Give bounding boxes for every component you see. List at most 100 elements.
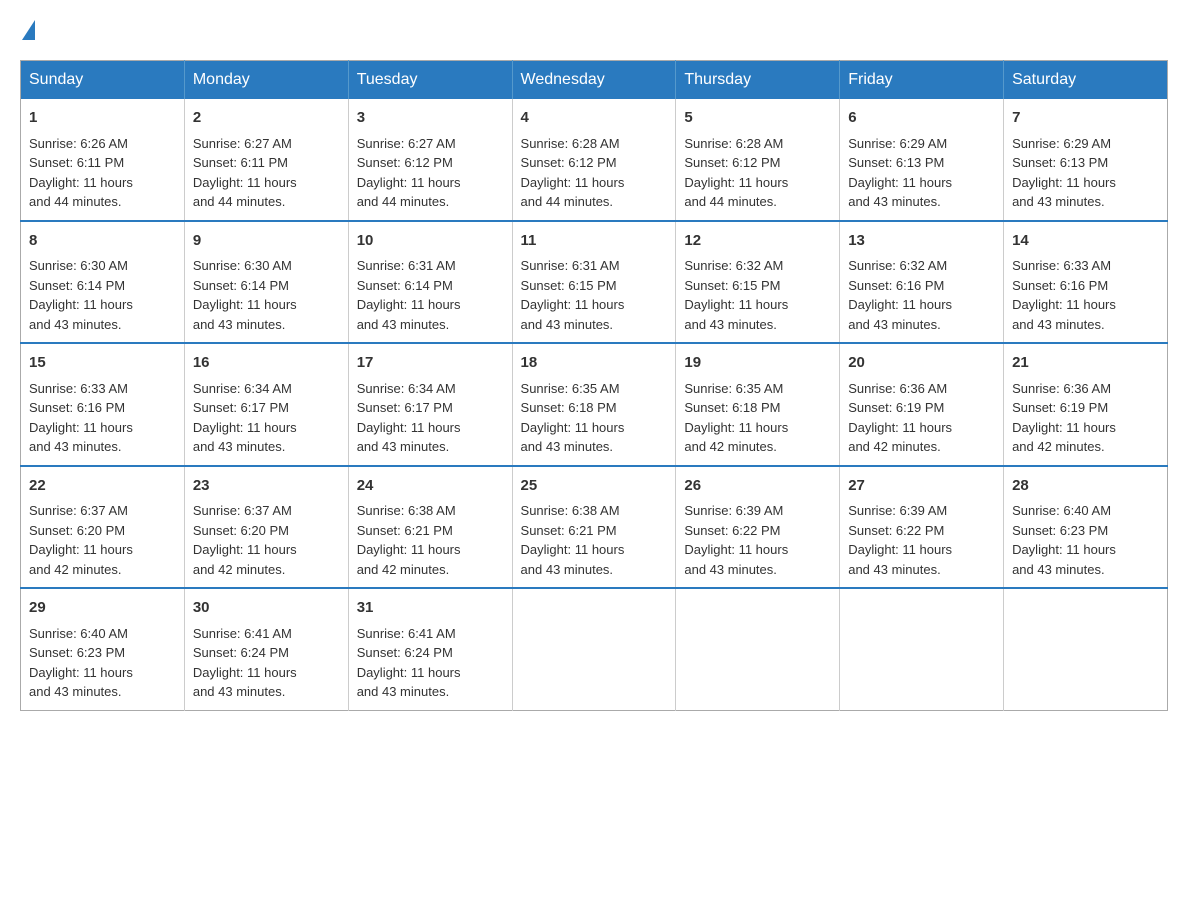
- day-number: 7: [1012, 107, 1159, 130]
- day-info: Sunrise: 6:29 AM Sunset: 6:13 PM Dayligh…: [848, 136, 952, 210]
- day-number: 28: [1012, 475, 1159, 498]
- day-info: Sunrise: 6:36 AM Sunset: 6:19 PM Dayligh…: [848, 381, 952, 455]
- calendar-day-cell: 29 Sunrise: 6:40 AM Sunset: 6:23 PM Dayl…: [21, 588, 185, 710]
- weekday-header-sunday: Sunday: [21, 61, 185, 100]
- day-number: 16: [193, 352, 340, 375]
- day-number: 27: [848, 475, 995, 498]
- calendar-day-cell: 2 Sunrise: 6:27 AM Sunset: 6:11 PM Dayli…: [184, 99, 348, 221]
- day-number: 10: [357, 230, 504, 253]
- calendar-week-row: 29 Sunrise: 6:40 AM Sunset: 6:23 PM Dayl…: [21, 588, 1168, 710]
- logo: [20, 20, 35, 40]
- calendar-day-cell: 30 Sunrise: 6:41 AM Sunset: 6:24 PM Dayl…: [184, 588, 348, 710]
- day-info: Sunrise: 6:27 AM Sunset: 6:12 PM Dayligh…: [357, 136, 461, 210]
- calendar-day-cell: 26 Sunrise: 6:39 AM Sunset: 6:22 PM Dayl…: [676, 466, 840, 589]
- day-info: Sunrise: 6:28 AM Sunset: 6:12 PM Dayligh…: [521, 136, 625, 210]
- day-number: 3: [357, 107, 504, 130]
- calendar-day-cell: 19 Sunrise: 6:35 AM Sunset: 6:18 PM Dayl…: [676, 343, 840, 466]
- weekday-header-tuesday: Tuesday: [348, 61, 512, 100]
- day-number: 11: [521, 230, 668, 253]
- calendar-table: SundayMondayTuesdayWednesdayThursdayFrid…: [20, 60, 1168, 711]
- day-info: Sunrise: 6:38 AM Sunset: 6:21 PM Dayligh…: [357, 503, 461, 577]
- day-info: Sunrise: 6:30 AM Sunset: 6:14 PM Dayligh…: [193, 258, 297, 332]
- day-number: 5: [684, 107, 831, 130]
- calendar-day-cell: 31 Sunrise: 6:41 AM Sunset: 6:24 PM Dayl…: [348, 588, 512, 710]
- calendar-day-cell: 18 Sunrise: 6:35 AM Sunset: 6:18 PM Dayl…: [512, 343, 676, 466]
- calendar-day-cell: 9 Sunrise: 6:30 AM Sunset: 6:14 PM Dayli…: [184, 221, 348, 344]
- day-number: 17: [357, 352, 504, 375]
- day-info: Sunrise: 6:33 AM Sunset: 6:16 PM Dayligh…: [29, 381, 133, 455]
- day-number: 15: [29, 352, 176, 375]
- day-number: 2: [193, 107, 340, 130]
- calendar-day-cell: 22 Sunrise: 6:37 AM Sunset: 6:20 PM Dayl…: [21, 466, 185, 589]
- day-info: Sunrise: 6:26 AM Sunset: 6:11 PM Dayligh…: [29, 136, 133, 210]
- calendar-day-cell: 23 Sunrise: 6:37 AM Sunset: 6:20 PM Dayl…: [184, 466, 348, 589]
- day-info: Sunrise: 6:38 AM Sunset: 6:21 PM Dayligh…: [521, 503, 625, 577]
- calendar-day-cell: 15 Sunrise: 6:33 AM Sunset: 6:16 PM Dayl…: [21, 343, 185, 466]
- day-number: 9: [193, 230, 340, 253]
- weekday-header-thursday: Thursday: [676, 61, 840, 100]
- day-info: Sunrise: 6:40 AM Sunset: 6:23 PM Dayligh…: [1012, 503, 1116, 577]
- day-info: Sunrise: 6:31 AM Sunset: 6:15 PM Dayligh…: [521, 258, 625, 332]
- weekday-header-wednesday: Wednesday: [512, 61, 676, 100]
- calendar-day-cell: 28 Sunrise: 6:40 AM Sunset: 6:23 PM Dayl…: [1004, 466, 1168, 589]
- weekday-header-friday: Friday: [840, 61, 1004, 100]
- day-info: Sunrise: 6:29 AM Sunset: 6:13 PM Dayligh…: [1012, 136, 1116, 210]
- calendar-header-row: SundayMondayTuesdayWednesdayThursdayFrid…: [21, 61, 1168, 100]
- day-number: 26: [684, 475, 831, 498]
- day-info: Sunrise: 6:41 AM Sunset: 6:24 PM Dayligh…: [357, 626, 461, 700]
- day-info: Sunrise: 6:34 AM Sunset: 6:17 PM Dayligh…: [357, 381, 461, 455]
- day-number: 6: [848, 107, 995, 130]
- day-info: Sunrise: 6:40 AM Sunset: 6:23 PM Dayligh…: [29, 626, 133, 700]
- day-info: Sunrise: 6:33 AM Sunset: 6:16 PM Dayligh…: [1012, 258, 1116, 332]
- day-info: Sunrise: 6:37 AM Sunset: 6:20 PM Dayligh…: [29, 503, 133, 577]
- calendar-day-cell: 6 Sunrise: 6:29 AM Sunset: 6:13 PM Dayli…: [840, 99, 1004, 221]
- weekday-header-monday: Monday: [184, 61, 348, 100]
- day-number: 19: [684, 352, 831, 375]
- day-number: 22: [29, 475, 176, 498]
- calendar-week-row: 1 Sunrise: 6:26 AM Sunset: 6:11 PM Dayli…: [21, 99, 1168, 221]
- day-number: 30: [193, 597, 340, 620]
- calendar-day-cell: [512, 588, 676, 710]
- day-info: Sunrise: 6:31 AM Sunset: 6:14 PM Dayligh…: [357, 258, 461, 332]
- day-number: 23: [193, 475, 340, 498]
- day-number: 8: [29, 230, 176, 253]
- calendar-day-cell: 13 Sunrise: 6:32 AM Sunset: 6:16 PM Dayl…: [840, 221, 1004, 344]
- day-info: Sunrise: 6:39 AM Sunset: 6:22 PM Dayligh…: [684, 503, 788, 577]
- calendar-day-cell: 17 Sunrise: 6:34 AM Sunset: 6:17 PM Dayl…: [348, 343, 512, 466]
- day-number: 21: [1012, 352, 1159, 375]
- calendar-day-cell: 11 Sunrise: 6:31 AM Sunset: 6:15 PM Dayl…: [512, 221, 676, 344]
- calendar-day-cell: [840, 588, 1004, 710]
- day-info: Sunrise: 6:30 AM Sunset: 6:14 PM Dayligh…: [29, 258, 133, 332]
- day-info: Sunrise: 6:35 AM Sunset: 6:18 PM Dayligh…: [521, 381, 625, 455]
- calendar-day-cell: [676, 588, 840, 710]
- calendar-day-cell: 10 Sunrise: 6:31 AM Sunset: 6:14 PM Dayl…: [348, 221, 512, 344]
- day-number: 12: [684, 230, 831, 253]
- calendar-day-cell: 5 Sunrise: 6:28 AM Sunset: 6:12 PM Dayli…: [676, 99, 840, 221]
- day-info: Sunrise: 6:41 AM Sunset: 6:24 PM Dayligh…: [193, 626, 297, 700]
- calendar-week-row: 22 Sunrise: 6:37 AM Sunset: 6:20 PM Dayl…: [21, 466, 1168, 589]
- calendar-day-cell: 4 Sunrise: 6:28 AM Sunset: 6:12 PM Dayli…: [512, 99, 676, 221]
- page-header: [20, 20, 1168, 40]
- calendar-day-cell: 25 Sunrise: 6:38 AM Sunset: 6:21 PM Dayl…: [512, 466, 676, 589]
- day-info: Sunrise: 6:34 AM Sunset: 6:17 PM Dayligh…: [193, 381, 297, 455]
- day-info: Sunrise: 6:36 AM Sunset: 6:19 PM Dayligh…: [1012, 381, 1116, 455]
- logo-triangle-icon: [22, 20, 35, 40]
- day-info: Sunrise: 6:35 AM Sunset: 6:18 PM Dayligh…: [684, 381, 788, 455]
- calendar-day-cell: 27 Sunrise: 6:39 AM Sunset: 6:22 PM Dayl…: [840, 466, 1004, 589]
- calendar-week-row: 15 Sunrise: 6:33 AM Sunset: 6:16 PM Dayl…: [21, 343, 1168, 466]
- calendar-day-cell: 14 Sunrise: 6:33 AM Sunset: 6:16 PM Dayl…: [1004, 221, 1168, 344]
- calendar-day-cell: 21 Sunrise: 6:36 AM Sunset: 6:19 PM Dayl…: [1004, 343, 1168, 466]
- day-number: 25: [521, 475, 668, 498]
- day-info: Sunrise: 6:32 AM Sunset: 6:16 PM Dayligh…: [848, 258, 952, 332]
- calendar-day-cell: 7 Sunrise: 6:29 AM Sunset: 6:13 PM Dayli…: [1004, 99, 1168, 221]
- day-number: 24: [357, 475, 504, 498]
- calendar-week-row: 8 Sunrise: 6:30 AM Sunset: 6:14 PM Dayli…: [21, 221, 1168, 344]
- calendar-day-cell: [1004, 588, 1168, 710]
- calendar-day-cell: 12 Sunrise: 6:32 AM Sunset: 6:15 PM Dayl…: [676, 221, 840, 344]
- day-number: 14: [1012, 230, 1159, 253]
- day-number: 18: [521, 352, 668, 375]
- calendar-day-cell: 1 Sunrise: 6:26 AM Sunset: 6:11 PM Dayli…: [21, 99, 185, 221]
- day-number: 29: [29, 597, 176, 620]
- day-number: 1: [29, 107, 176, 130]
- day-number: 31: [357, 597, 504, 620]
